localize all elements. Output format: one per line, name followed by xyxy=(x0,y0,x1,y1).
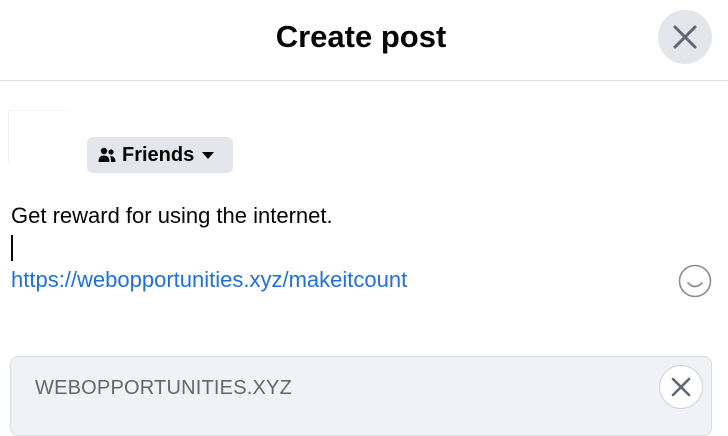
post-link[interactable]: https://webopportunities.xyz/makeitcount xyxy=(11,266,407,294)
text-cursor xyxy=(11,235,13,261)
emoji-button[interactable] xyxy=(678,264,712,298)
caret-down-icon xyxy=(201,150,215,160)
remove-preview-button[interactable] xyxy=(659,365,703,409)
close-dialog-button[interactable] xyxy=(658,10,712,64)
avatar xyxy=(8,110,69,163)
link-preview-card[interactable]: WEBOPPORTUNITIES.XYZ xyxy=(10,356,712,436)
post-text[interactable]: Get reward for using the internet. xyxy=(11,202,333,230)
emoji-icon xyxy=(678,264,712,298)
link-preview-domain: WEBOPPORTUNITIES.XYZ xyxy=(35,377,292,399)
friends-icon xyxy=(98,147,116,162)
close-icon xyxy=(673,25,697,49)
dialog-header: Create post xyxy=(0,0,728,81)
close-icon xyxy=(671,377,691,397)
dialog-title: Create post xyxy=(275,19,447,54)
audience-selector-button[interactable]: Friends xyxy=(87,137,233,173)
audience-label: Friends xyxy=(122,143,195,166)
